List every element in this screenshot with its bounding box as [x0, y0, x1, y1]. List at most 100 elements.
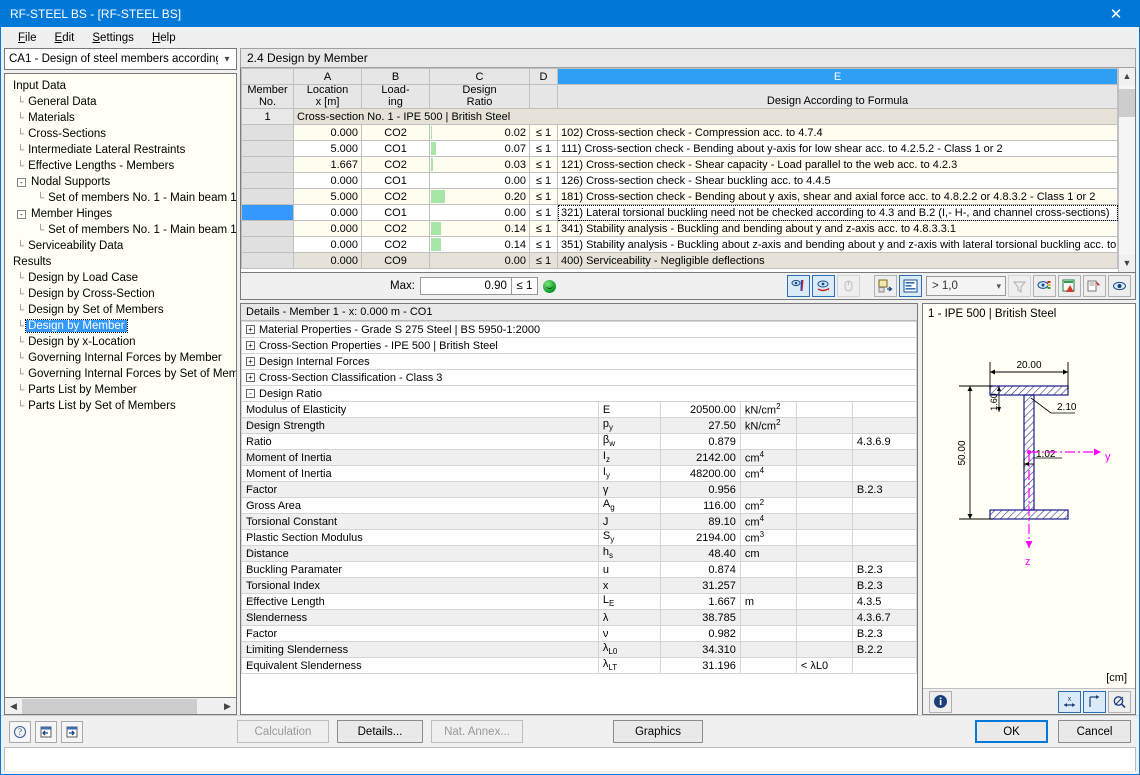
row-member-cell[interactable] — [241, 204, 294, 222]
vscroll-track[interactable] — [1119, 85, 1135, 255]
ratio-filter-select[interactable]: > 1,0 ▾ — [926, 276, 1006, 296]
tree-item[interactable]: └ Set of members No. 1 - Main beam 1 — [9, 222, 236, 238]
export-icon[interactable] — [61, 720, 83, 743]
printout-icon[interactable] — [1083, 275, 1106, 297]
details-group-row[interactable]: + Cross-Section Properties - IPE 500 | Br… — [241, 337, 917, 354]
tree-expander-icon[interactable]: - — [17, 209, 26, 219]
tree-item[interactable]: - Nodal Supports — [9, 174, 236, 190]
table-row[interactable]: 0.000 CO1 0.00 ≤ 1 321) Lateral torsional bu… — [241, 204, 1118, 222]
details-row[interactable]: Gross AreaAg116.00cm2 — [241, 497, 917, 514]
details-row[interactable]: Effective LengthLE1.667m 4.3.5 — [241, 593, 917, 610]
details-expander-icon[interactable]: - — [246, 388, 255, 398]
tree-expander-icon[interactable]: - — [17, 177, 26, 187]
table-row[interactable]: 5.000 CO2 0.20 ≤ 1 181) Cross-section check … — [241, 188, 1118, 206]
details-row[interactable]: Moment of InertiaIy48200.00cm4 — [241, 465, 917, 482]
details-row[interactable]: Buckling Paramateru0.874 B.2.3 — [241, 561, 917, 578]
table-row[interactable]: 0.000 CO2 0.02 ≤ 1 102) Cross-section check … — [241, 124, 1118, 142]
details-group-cell[interactable]: + Cross-Section Properties - IPE 500 | Br… — [241, 337, 917, 354]
scroll-down-icon[interactable]: ▼ — [1119, 255, 1135, 272]
details-expander-icon[interactable]: + — [246, 356, 255, 366]
details-expander-icon[interactable]: + — [246, 324, 255, 334]
tree-item[interactable]: └ Parts List by Set of Members — [9, 398, 236, 414]
details-group-row[interactable]: - Design Ratio — [241, 385, 917, 402]
scroll-right-icon[interactable]: ▶ — [219, 701, 236, 712]
menu-item-settings[interactable]: Settings — [83, 30, 143, 46]
table-row[interactable]: 5.000 CO1 0.07 ≤ 1 111) Cross-section check … — [241, 140, 1118, 158]
table-row[interactable]: 0.000 CO2 0.14 ≤ 1 351) Stability analysis -… — [241, 236, 1118, 254]
ok-button[interactable]: OK — [975, 720, 1048, 743]
details-row[interactable]: Limiting SlendernessλL034.310 B.2.2 — [241, 641, 917, 658]
tree-item[interactable]: └ Design by Cross-Section — [9, 286, 236, 302]
cross-section-drawing[interactable]: 20.00 50.00 1.60 2.10 1.02 y z [cm] — [923, 320, 1135, 688]
tree-item[interactable]: └ Serviceability Data — [9, 238, 236, 254]
scroll-up-icon[interactable]: ▲ — [1119, 68, 1135, 85]
details-group-cell[interactable]: - Design Ratio — [241, 385, 917, 402]
details-row[interactable]: Factorγ0.956 B.2.3 — [241, 481, 917, 498]
column-letter-e[interactable]: E — [557, 68, 1118, 85]
tree-item[interactable]: └ Effective Lengths - Members — [9, 158, 236, 174]
tree-item[interactable]: └ Design by Set of Members — [9, 302, 236, 318]
details-row[interactable]: Ratioβw0.879 4.3.6.9 — [241, 433, 917, 450]
graphics-button[interactable]: Graphics — [613, 720, 703, 743]
table-row[interactable]: 0.000 CO1 0.00 ≤ 1 126) Cross-section check … — [241, 172, 1118, 190]
tree-item[interactable]: └ Design by Member — [9, 318, 236, 334]
export-table-icon[interactable] — [874, 275, 897, 297]
details-group-cell[interactable]: + Material Properties - Grade S 275 Steel… — [241, 321, 917, 338]
details-row[interactable]: Slendernessλ38.785 4.3.6.7 — [241, 609, 917, 626]
tree-item[interactable]: └ Governing Internal Forces by Member — [9, 350, 236, 366]
navigator-hscrollbar[interactable]: ◀ ▶ — [4, 698, 237, 715]
tree-item[interactable]: └ Intermediate Lateral Restraints — [9, 142, 236, 158]
navigator-tree[interactable]: Input Data └ General Data └ Materials └ Cross-… — [4, 73, 237, 698]
axes-icon[interactable] — [1083, 690, 1106, 713]
table-settings-icon[interactable] — [899, 275, 922, 297]
result-by-member-icon[interactable] — [787, 275, 810, 297]
details-expander-icon[interactable]: + — [246, 372, 255, 382]
column-letter-c[interactable]: C — [429, 68, 530, 85]
close-icon[interactable]: ✕ — [1093, 1, 1139, 27]
details-row[interactable]: Moment of InertiaIz2142.00cm4 — [241, 449, 917, 466]
tree-item[interactable]: └ Parts List by Member — [9, 382, 236, 398]
details-row[interactable]: Torsional Indexx31.257 B.2.3 — [241, 577, 917, 594]
view-icon[interactable] — [1108, 275, 1131, 297]
dimensions-icon[interactable]: x — [1058, 690, 1081, 713]
cancel-button[interactable]: Cancel — [1058, 720, 1131, 743]
menu-item-help[interactable]: Help — [143, 30, 185, 46]
row-member-cell[interactable] — [241, 156, 294, 174]
vscroll-thumb[interactable] — [1119, 89, 1135, 117]
tree-item[interactable]: └ Design by Load Case — [9, 270, 236, 286]
tree-item[interactable]: └ Set of members No. 1 - Main beam 1 — [9, 190, 236, 206]
design-case-selector[interactable]: CA1 - Design of steel members according … — [4, 48, 237, 70]
excel-export-icon[interactable] — [1058, 275, 1081, 297]
details-expander-icon[interactable]: + — [246, 340, 255, 350]
menu-item-edit[interactable]: Edit — [46, 30, 84, 46]
import-icon[interactable] — [35, 720, 57, 743]
column-letter-b[interactable]: B — [361, 68, 430, 85]
tree-item[interactable]: Input Data — [9, 78, 236, 94]
help-icon[interactable]: ? — [9, 720, 31, 743]
results-vscrollbar[interactable]: ▲ ▼ — [1118, 68, 1135, 272]
table-group-row[interactable]: 1 Cross-section No. 1 - IPE 500 | British… — [241, 108, 1118, 126]
tree-item[interactable]: └ Cross-Sections — [9, 126, 236, 142]
row-member-cell[interactable] — [241, 220, 294, 238]
details-row[interactable]: Plastic Section ModulusSy2194.00cm3 — [241, 529, 917, 546]
tree-item[interactable]: Results — [9, 254, 236, 270]
zoom-off-icon[interactable] — [1108, 690, 1131, 713]
details-row[interactable]: Factorν0.982 B.2.3 — [241, 625, 917, 642]
details-group-cell[interactable]: + Cross-Section Classification - Class 3 — [241, 369, 917, 386]
details-row[interactable]: Torsional ConstantJ89.10cm4 — [241, 513, 917, 530]
menu-item-file[interactable]: File — [9, 30, 46, 46]
result-by-section-icon[interactable] — [812, 275, 835, 297]
hscroll-track[interactable] — [22, 698, 219, 714]
tree-item[interactable]: └ Design by x-Location — [9, 334, 236, 350]
tree-item[interactable]: └ Governing Internal Forces by Set of Mem… — [9, 366, 236, 382]
table-row[interactable]: 1.667 CO2 0.03 ≤ 1 121) Cross-section check … — [241, 156, 1118, 174]
details-row[interactable]: Equivalent SlendernessλLT31.196 < λL0 — [241, 657, 917, 674]
details-group-row[interactable]: + Cross-Section Classification - Class 3 — [241, 369, 917, 386]
details-group-row[interactable]: + Material Properties - Grade S 275 Steel… — [241, 321, 917, 338]
column-letter-a[interactable]: A — [293, 68, 362, 85]
row-member-cell[interactable] — [241, 188, 294, 206]
row-member-cell[interactable] — [241, 124, 294, 142]
details-row[interactable]: Distancehs48.40cm — [241, 545, 917, 562]
row-member-cell[interactable] — [241, 140, 294, 158]
details-row[interactable]: Modulus of ElasticityE20500.00kN/cm2 — [241, 401, 917, 418]
